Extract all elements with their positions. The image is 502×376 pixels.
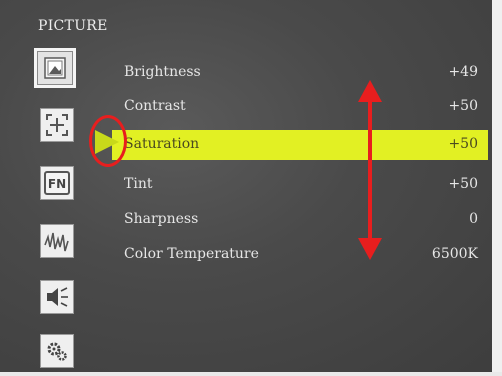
speaker-icon: [47, 287, 68, 307]
setting-value: 0: [469, 211, 478, 227]
function-key-icon: FN: [44, 171, 70, 195]
aspect-ratio-icon: [46, 114, 68, 136]
setting-label: Color Temperature: [124, 246, 259, 262]
waveform-icon: [44, 232, 69, 252]
sidebar-item-function[interactable]: FN: [40, 166, 74, 200]
setting-row-color-temperature[interactable]: Color Temperature 6500K: [112, 240, 488, 270]
annotation-circle: [89, 115, 127, 167]
setting-label: Contrast: [124, 98, 186, 114]
photo-edge-right: [492, 0, 502, 376]
photo-edge-bottom: [0, 372, 502, 376]
fn-icon-label: FN: [48, 177, 66, 191]
setting-value: 6500K: [431, 246, 478, 262]
setting-row-contrast[interactable]: Contrast +50: [112, 92, 488, 122]
setting-row-tint[interactable]: Tint +50: [112, 170, 488, 200]
setting-label: Tint: [124, 176, 153, 192]
setting-row-brightness[interactable]: Brightness +49: [112, 58, 488, 88]
menu-title: PICTURE: [38, 18, 108, 34]
setting-row-saturation[interactable]: Saturation +50: [112, 130, 488, 160]
setting-value: +49: [448, 64, 478, 80]
setting-value: +50: [448, 98, 478, 114]
sidebar-item-aspect[interactable]: [40, 108, 74, 142]
setting-label: Sharpness: [124, 211, 199, 227]
setting-value: +50: [448, 176, 478, 192]
sidebar-item-audio[interactable]: [40, 280, 74, 314]
annotation-updown-arrow-icon: [358, 80, 382, 260]
sidebar-item-settings[interactable]: [40, 334, 74, 368]
setting-label: Brightness: [124, 64, 201, 80]
setting-value: +50: [448, 136, 478, 152]
setting-row-sharpness[interactable]: Sharpness 0: [112, 205, 488, 235]
picture-icon: [44, 57, 66, 79]
setting-label: Saturation: [124, 136, 200, 152]
osd-screen: PICTURE FN Brightness +49 Contrast +50 S…: [0, 0, 502, 376]
sidebar-item-picture[interactable]: [34, 48, 76, 88]
sidebar-item-waveform[interactable]: [40, 224, 74, 258]
settings-gear-icon: [47, 342, 67, 361]
